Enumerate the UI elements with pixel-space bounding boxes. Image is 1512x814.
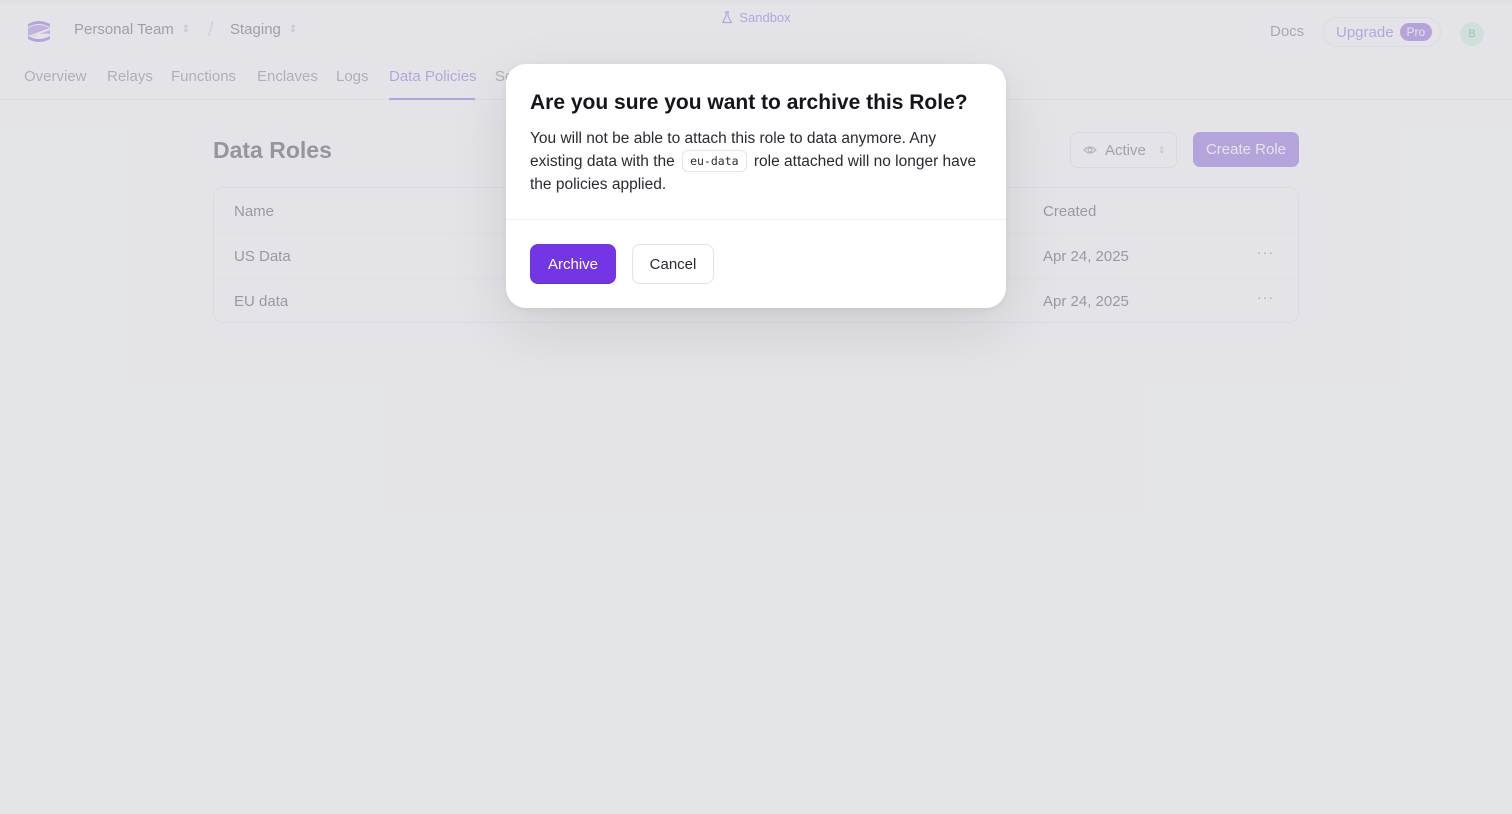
role-code: eu-data: [682, 150, 747, 172]
archive-confirm-dialog: Are you sure you want to archive this Ro…: [506, 64, 1006, 308]
cancel-button[interactable]: Cancel: [632, 244, 714, 284]
dialog-message: You will not be able to attach this role…: [530, 127, 990, 196]
dialog-title: Are you sure you want to archive this Ro…: [530, 91, 968, 114]
archive-button[interactable]: Archive: [530, 244, 616, 284]
dialog-divider: [506, 219, 1006, 220]
